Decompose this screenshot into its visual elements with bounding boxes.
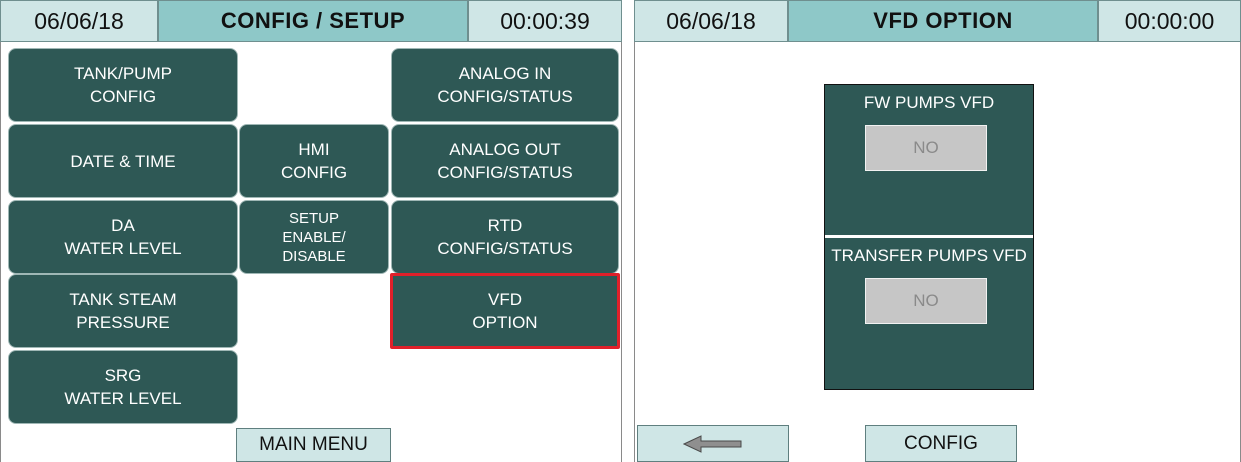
date-time-button[interactable]: DATE & TIME (8, 124, 238, 198)
config-button[interactable]: CONFIG (865, 425, 1017, 462)
analog-out-config-button[interactable]: ANALOG OUT CONFIG/STATUS (391, 124, 619, 198)
page-title: CONFIG / SETUP (158, 0, 468, 42)
tank-pump-config-button[interactable]: TANK/PUMP CONFIG (8, 48, 238, 122)
vfd-option-button[interactable]: VFD OPTION (390, 273, 620, 349)
transfer-pumps-vfd-toggle[interactable]: NO (865, 278, 987, 324)
header-time: 00:00:00 (1098, 0, 1241, 42)
panel-divider (622, 0, 634, 462)
da-water-level-button[interactable]: DA WATER LEVEL (8, 200, 238, 274)
setup-enable-disable-button[interactable]: SETUP ENABLE/ DISABLE (239, 200, 389, 274)
fw-pumps-vfd-label: FW PUMPS VFD (863, 93, 995, 112)
main-menu-button[interactable]: MAIN MENU (236, 428, 391, 462)
vfd-settings-box: FW PUMPS VFD NO TRANSFER PUMPS VFD NO (824, 84, 1034, 390)
header-date: 06/06/18 (634, 0, 788, 42)
page-title: VFD OPTION (788, 0, 1098, 42)
header-time: 00:00:39 (468, 0, 622, 42)
panel-border (634, 0, 635, 462)
panel-border (0, 0, 1, 462)
tank-steam-pressure-button[interactable]: TANK STEAM PRESSURE (8, 274, 238, 348)
hmi-config-button[interactable]: HMI CONFIG (239, 124, 389, 198)
header-bar: 06/06/18 VFD OPTION 00:00:00 (634, 0, 1241, 44)
rtd-config-button[interactable]: RTD CONFIG/STATUS (391, 200, 619, 274)
divider (825, 235, 1033, 238)
config-setup-panel: 06/06/18 CONFIG / SETUP 00:00:39 TANK/PU… (0, 0, 622, 462)
back-button[interactable] (637, 425, 789, 462)
arrow-left-icon (683, 434, 742, 453)
analog-in-config-button[interactable]: ANALOG IN CONFIG/STATUS (391, 48, 619, 122)
transfer-pumps-vfd-label: TRANSFER PUMPS VFD (831, 246, 1027, 265)
srg-water-level-button[interactable]: SRG WATER LEVEL (8, 350, 238, 424)
fw-pumps-vfd-toggle[interactable]: NO (865, 125, 987, 171)
header-date: 06/06/18 (0, 0, 158, 42)
header-bar: 06/06/18 CONFIG / SETUP 00:00:39 (0, 0, 622, 44)
